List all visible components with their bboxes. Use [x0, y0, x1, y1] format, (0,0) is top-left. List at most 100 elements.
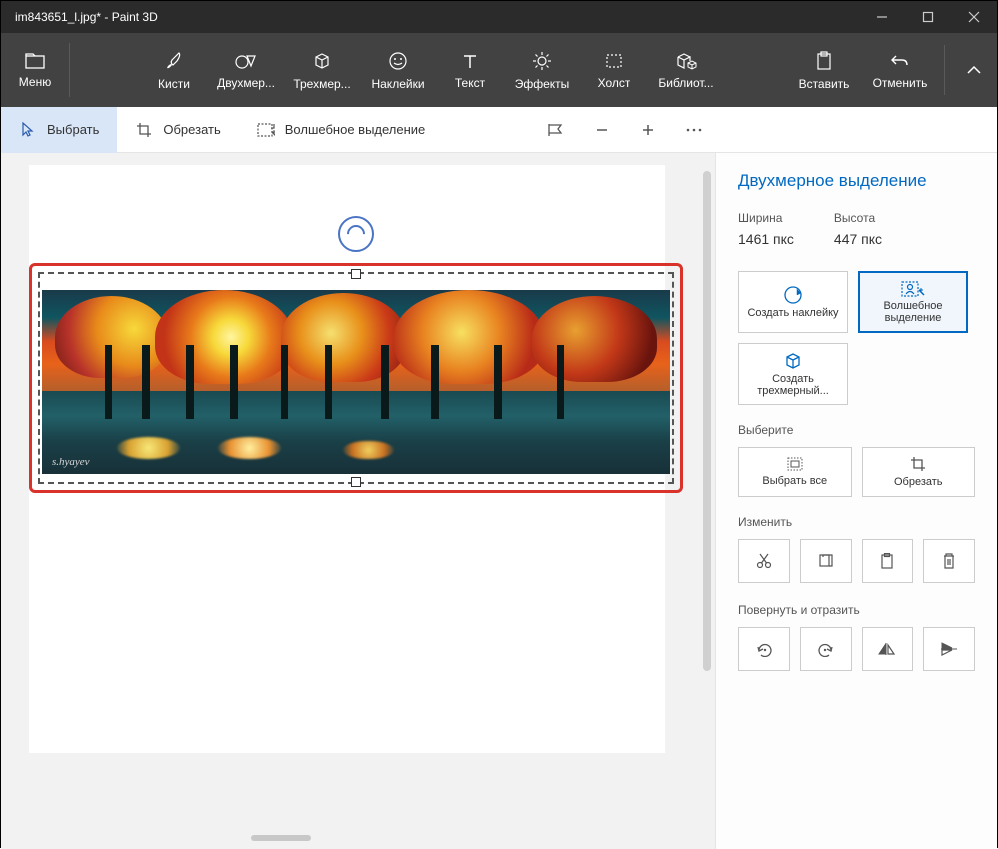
height-label: Высота: [834, 211, 882, 225]
3d-view-button[interactable]: [533, 107, 579, 153]
crop-icon: [910, 456, 926, 472]
paste-button[interactable]: Вставить: [786, 33, 862, 107]
undo-label: Отменить: [873, 76, 928, 90]
cube-icon: [312, 51, 332, 71]
flag-icon: [547, 123, 565, 137]
flip-vertical-button[interactable]: [923, 627, 975, 671]
selection-handle-top[interactable]: [351, 269, 361, 279]
make-sticker-tile[interactable]: Создать наклейку: [738, 271, 848, 333]
brushes-button[interactable]: Кисти: [140, 33, 208, 107]
sticker-icon: [783, 285, 803, 305]
painting-signature: s.hyayev: [52, 456, 90, 468]
magic-select-tile-icon: [901, 280, 925, 298]
magic-select-icon: [257, 121, 275, 139]
menu-label: Меню: [19, 75, 51, 89]
2d-shapes-label: Двухмер...: [217, 76, 275, 90]
brushes-label: Кисти: [158, 77, 190, 91]
trash-icon: [942, 553, 956, 569]
rotate-flip-label: Повернуть и отразить: [738, 603, 975, 617]
canvas-button[interactable]: Холст: [580, 33, 648, 107]
select-all-button[interactable]: Выбрать все: [738, 447, 852, 497]
delete-button[interactable]: [923, 539, 975, 583]
magic-label: Волшебное выделение: [285, 122, 426, 137]
paste-label: Вставить: [799, 77, 850, 91]
cursor-icon: [19, 121, 37, 139]
magic-select-tile-label: Волшебное выделение: [860, 300, 966, 324]
magic-select-button[interactable]: Волшебное выделение: [239, 107, 444, 153]
plus-icon: [641, 123, 655, 137]
more-button[interactable]: [671, 107, 717, 153]
dimensions-row: Ширина 1461 пкс Высота 447 пкс: [738, 211, 975, 247]
3d-shapes-label: Трехмер...: [293, 77, 350, 91]
crop-button-label: Обрезать: [894, 476, 943, 488]
effects-label: Эффекты: [515, 77, 570, 91]
crop-label: Обрезать: [163, 122, 220, 137]
3d-shapes-button[interactable]: Трехмер...: [284, 33, 360, 107]
ribbon: Меню Кисти Двухмер... Трехмер... Наклейк…: [1, 33, 997, 107]
paste-icon: [815, 51, 833, 71]
undo-button[interactable]: Отменить: [862, 33, 938, 107]
close-button[interactable]: [951, 1, 997, 33]
horizontal-scrollbar[interactable]: [251, 835, 311, 841]
shapes-2d-icon: [235, 52, 257, 70]
flip-v-icon: [940, 642, 958, 656]
zoom-out-button[interactable]: [579, 107, 625, 153]
select-all-icon: [787, 457, 803, 471]
cut-button[interactable]: [738, 539, 790, 583]
width-value: 1461 пкс: [738, 231, 794, 247]
brush-icon: [165, 51, 183, 71]
zoom-in-button[interactable]: [625, 107, 671, 153]
selection-highlight: s.hyayev: [29, 263, 683, 493]
make-3d-tile[interactable]: Создать трехмерный...: [738, 343, 848, 405]
effects-icon: [532, 51, 552, 71]
toolbar: Выбрать Обрезать Волшебное выделение: [1, 107, 997, 153]
ellipsis-icon: [686, 128, 702, 132]
rotate-left-button[interactable]: [738, 627, 790, 671]
effects-button[interactable]: Эффекты: [504, 33, 580, 107]
canvas-icon: [604, 52, 624, 70]
flip-h-icon: [878, 642, 896, 656]
text-icon: [461, 52, 479, 70]
selection-handle-bottom[interactable]: [351, 477, 361, 487]
minus-icon: [595, 123, 609, 137]
flip-horizontal-button[interactable]: [862, 627, 914, 671]
cut-icon: [756, 553, 772, 569]
menu-button[interactable]: Меню: [1, 33, 69, 107]
undo-icon: [890, 52, 910, 70]
cube-icon: [783, 351, 803, 371]
text-label: Текст: [455, 76, 485, 90]
crop-icon: [135, 121, 153, 139]
crop-button[interactable]: Обрезать: [862, 447, 976, 497]
maximize-button[interactable]: [905, 1, 951, 33]
rotate-right-icon: [817, 641, 835, 657]
library-button[interactable]: Библиот...: [648, 33, 724, 107]
main-area: s.hyayev Двухмерное выделение Ширина 146…: [1, 153, 997, 849]
expand-ribbon-button[interactable]: [951, 33, 997, 107]
minimize-button[interactable]: [859, 1, 905, 33]
panel-title: Двухмерное выделение: [738, 171, 975, 191]
painting-image: s.hyayev: [42, 290, 670, 474]
window-title: im843651_l.jpg* - Paint 3D: [15, 10, 158, 24]
copy-icon: [818, 553, 834, 569]
rotate-left-icon: [755, 641, 773, 657]
clipboard-icon: [880, 553, 894, 569]
stickers-button[interactable]: Наклейки: [360, 33, 436, 107]
folder-icon: [25, 53, 45, 69]
text-button[interactable]: Текст: [436, 33, 504, 107]
canvas-area[interactable]: s.hyayev: [1, 153, 715, 849]
vertical-scrollbar[interactable]: [703, 171, 711, 671]
rotate-handle[interactable]: [338, 216, 374, 252]
sticker-icon: [388, 51, 408, 71]
crop-tool-button[interactable]: Обрезать: [117, 107, 238, 153]
magic-select-tile[interactable]: Волшебное выделение: [858, 271, 968, 333]
select-tool-button[interactable]: Выбрать: [1, 107, 117, 153]
library-icon: [675, 52, 697, 70]
2d-shapes-button[interactable]: Двухмер...: [208, 33, 284, 107]
height-value: 447 пкс: [834, 231, 882, 247]
paste-edit-button[interactable]: [862, 539, 914, 583]
side-panel: Двухмерное выделение Ширина 1461 пкс Выс…: [715, 153, 997, 849]
chevron-up-icon: [966, 65, 982, 75]
copy-button[interactable]: [800, 539, 852, 583]
rotate-right-button[interactable]: [800, 627, 852, 671]
edit-label: Изменить: [738, 515, 975, 529]
